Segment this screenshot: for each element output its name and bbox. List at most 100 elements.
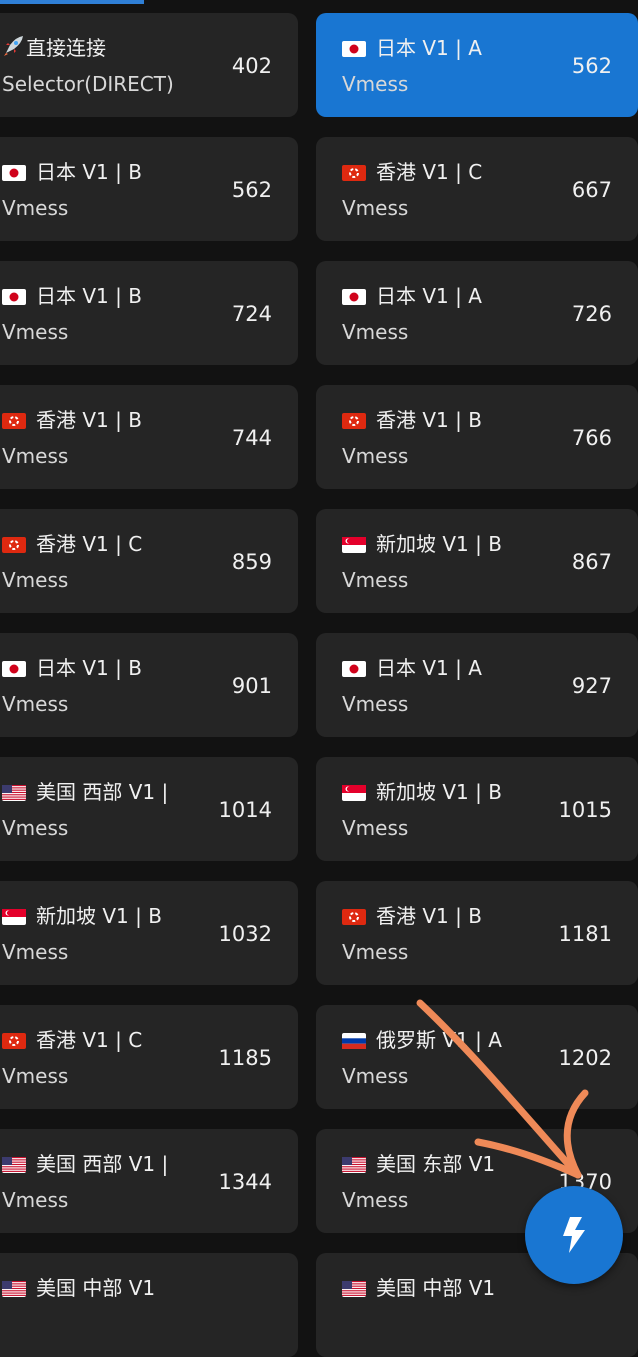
proxy-name: 日本 V1 | B bbox=[2, 158, 142, 186]
proxy-name-label: 美国 西部 V1 | bbox=[36, 780, 169, 804]
latency-value: 1015 bbox=[558, 798, 612, 822]
proxy-name: 俄罗斯 V1 | A bbox=[342, 1026, 502, 1054]
proxy-card[interactable]: 俄罗斯 V1 | A Vmess 1202 bbox=[316, 1005, 638, 1109]
latency-value: 562 bbox=[231, 178, 272, 202]
proxy-name: 香港 V1 | B bbox=[2, 406, 142, 434]
sg-flag-icon bbox=[342, 785, 366, 801]
proxy-name-label: 香港 V1 | B bbox=[376, 904, 482, 928]
proxy-name: 日本 V1 | A bbox=[342, 282, 482, 310]
proxy-name: 香港 V1 | C bbox=[342, 158, 482, 186]
jp-flag-icon bbox=[2, 661, 26, 677]
proxy-card[interactable]: 日本 V1 | B Vmess 724 bbox=[0, 261, 298, 365]
proxy-name: 新加坡 V1 | B bbox=[342, 778, 502, 806]
proxy-name-label: 香港 V1 | B bbox=[36, 408, 142, 432]
proxy-card[interactable]: 香港 V1 | B Vmess 766 bbox=[316, 385, 638, 489]
jp-flag-icon bbox=[342, 661, 366, 677]
us-flag-icon bbox=[342, 1157, 366, 1173]
us-flag-icon bbox=[2, 1157, 26, 1173]
lightning-icon bbox=[563, 1217, 585, 1253]
proxy-name: 新加坡 V1 | B bbox=[342, 530, 502, 558]
proxy-type: Vmess bbox=[342, 692, 409, 716]
jp-flag-icon bbox=[342, 289, 366, 305]
latency-value: 766 bbox=[571, 426, 612, 450]
proxy-name-label: 俄罗斯 V1 | A bbox=[376, 1028, 502, 1052]
proxy-name: 香港 V1 | C bbox=[2, 1026, 142, 1054]
proxy-name: 香港 V1 | C bbox=[2, 530, 142, 558]
latency-value: 927 bbox=[571, 674, 612, 698]
proxy-type: Vmess bbox=[342, 196, 409, 220]
proxy-name-label: 日本 V1 | B bbox=[36, 160, 142, 184]
proxy-name: 美国 西部 V1 | bbox=[2, 778, 168, 806]
hk-flag-icon bbox=[342, 413, 366, 429]
proxy-card[interactable]: 日本 V1 | B Vmess 901 bbox=[0, 633, 298, 737]
latency-value: 1344 bbox=[218, 1170, 272, 1194]
sg-flag-icon bbox=[2, 909, 26, 925]
proxy-card[interactable]: 香港 V1 | C Vmess 1185 bbox=[0, 1005, 298, 1109]
hk-flag-icon bbox=[2, 1033, 26, 1049]
proxy-name: 美国 中部 V1 bbox=[342, 1274, 495, 1302]
proxy-type: Vmess bbox=[2, 444, 69, 468]
hk-flag-icon bbox=[2, 537, 26, 553]
proxy-name-label: 香港 V1 | C bbox=[36, 532, 143, 556]
proxy-type: Vmess bbox=[2, 692, 69, 716]
ru-flag-icon bbox=[342, 1033, 366, 1049]
latency-value: 1014 bbox=[218, 798, 272, 822]
proxy-type: Vmess bbox=[342, 72, 409, 96]
proxy-card[interactable]: 日本 V1 | A Vmess 726 bbox=[316, 261, 638, 365]
latency-value: 901 bbox=[231, 674, 272, 698]
latency-value: 867 bbox=[571, 550, 612, 574]
latency-value: 726 bbox=[571, 302, 612, 326]
proxy-card[interactable]: 香港 V1 | C Vmess 859 bbox=[0, 509, 298, 613]
proxy-grid: 直接连接 Selector(DIRECT) 402 日本 V1 | A Vmess 562… bbox=[0, 0, 638, 1357]
latency-value: 744 bbox=[231, 426, 272, 450]
proxy-name-label: 日本 V1 | B bbox=[36, 656, 142, 680]
proxy-type: Vmess bbox=[342, 816, 409, 840]
proxy-card[interactable]: 新加坡 V1 | B Vmess 1032 bbox=[0, 881, 298, 985]
hk-flag-icon bbox=[2, 413, 26, 429]
proxy-card[interactable]: 香港 V1 | B Vmess 744 bbox=[0, 385, 298, 489]
proxy-type: Selector(DIRECT) bbox=[2, 72, 174, 96]
proxy-type: Vmess bbox=[342, 444, 409, 468]
proxy-type: Vmess bbox=[2, 816, 69, 840]
latency-value: 1202 bbox=[558, 1046, 612, 1070]
proxy-name-label: 美国 东部 V1 bbox=[376, 1152, 496, 1176]
hk-flag-icon bbox=[342, 909, 366, 925]
jp-flag-icon bbox=[342, 41, 366, 57]
proxy-name-label: 香港 V1 | C bbox=[36, 1028, 143, 1052]
proxy-card[interactable]: 日本 V1 | A Vmess 562 bbox=[316, 13, 638, 117]
latency-test-button[interactable] bbox=[525, 1186, 623, 1284]
proxy-name: 直接连接 bbox=[2, 34, 106, 64]
latency-value: 724 bbox=[231, 302, 272, 326]
proxy-type: Vmess bbox=[342, 320, 409, 344]
us-flag-icon bbox=[2, 1281, 26, 1297]
proxy-name: 香港 V1 | B bbox=[342, 902, 482, 930]
proxy-card[interactable]: 日本 V1 | A Vmess 927 bbox=[316, 633, 638, 737]
proxy-name: 日本 V1 | A bbox=[342, 34, 482, 62]
proxy-card[interactable]: 美国 西部 V1 | Vmess 1014 bbox=[0, 757, 298, 861]
latency-value: 1185 bbox=[218, 1046, 272, 1070]
proxy-card[interactable]: 日本 V1 | B Vmess 562 bbox=[0, 137, 298, 241]
proxy-card[interactable]: 美国 中部 V1 bbox=[0, 1253, 298, 1357]
proxy-card[interactable]: 新加坡 V1 | B Vmess 1015 bbox=[316, 757, 638, 861]
us-flag-icon bbox=[342, 1281, 366, 1297]
proxy-name: 日本 V1 | B bbox=[2, 654, 142, 682]
proxy-type: Vmess bbox=[2, 320, 69, 344]
proxy-card[interactable]: 香港 V1 | B Vmess 1181 bbox=[316, 881, 638, 985]
proxy-name-label: 香港 V1 | B bbox=[376, 408, 482, 432]
rocket-icon bbox=[2, 35, 24, 64]
proxy-type: Vmess bbox=[2, 196, 69, 220]
proxy-type: Vmess bbox=[342, 1064, 409, 1088]
proxy-name-label: 日本 V1 | A bbox=[376, 36, 482, 60]
proxy-card[interactable]: 直接连接 Selector(DIRECT) 402 bbox=[0, 13, 298, 117]
latency-value: 562 bbox=[571, 54, 612, 78]
proxy-card[interactable]: 香港 V1 | C Vmess 667 bbox=[316, 137, 638, 241]
proxy-name-label: 新加坡 V1 | B bbox=[376, 532, 502, 556]
proxy-type: Vmess bbox=[2, 1188, 69, 1212]
proxy-name: 美国 西部 V1 | bbox=[2, 1150, 168, 1178]
proxy-name-label: 日本 V1 | A bbox=[376, 284, 482, 308]
proxy-name-label: 美国 西部 V1 | bbox=[36, 1152, 169, 1176]
proxy-card[interactable]: 新加坡 V1 | B Vmess 867 bbox=[316, 509, 638, 613]
proxy-name: 日本 V1 | B bbox=[2, 282, 142, 310]
proxy-name-label: 新加坡 V1 | B bbox=[376, 780, 502, 804]
proxy-card[interactable]: 美国 西部 V1 | Vmess 1344 bbox=[0, 1129, 298, 1233]
